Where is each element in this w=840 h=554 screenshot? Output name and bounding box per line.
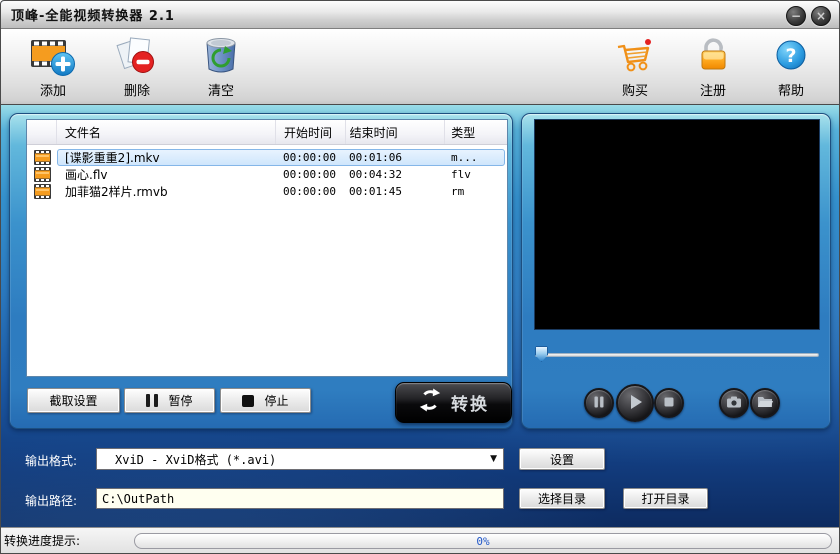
progress-bar: 0% [134,533,832,549]
shopping-cart-icon [612,34,658,78]
recycle-bin-icon [198,34,244,78]
toolbar-left-group: 添加 删除 清空 [27,34,247,99]
file-start: 00:00:00 [283,168,336,181]
header-icon-column [27,120,57,144]
add-label: 添加 [39,84,66,99]
svg-text:?: ? [785,45,796,67]
player-stop-button[interactable] [654,388,684,418]
file-type: rm [451,185,465,198]
clear-label: 清空 [207,84,234,99]
delete-pages-icon [114,34,160,78]
seek-thumb[interactable] [535,346,548,362]
stop-icon [662,395,676,412]
film-clip-icon [27,150,57,165]
file-end: 00:04:32 [349,168,402,181]
output-path-label: 输出路径: [25,494,78,508]
question-icon: ? [768,34,814,78]
table-row[interactable]: 加菲猫2样片.rmvb 00:00:00 00:01:45 rm [27,183,507,200]
film-add-icon [30,34,76,78]
output-format-label: 输出格式: [25,454,78,468]
output-format-value: XviD - XviD格式 (*.avi) [115,452,277,467]
output-format-select[interactable]: XviD - XviD格式 (*.avi) ▼ [96,448,504,470]
table-row[interactable]: 画心.flv 00:00:00 00:04:32 flv [27,166,507,183]
add-button[interactable]: 添加 [27,34,79,99]
player-play-button[interactable] [616,384,654,422]
film-clip-icon [27,167,57,182]
file-name: 画心.flv [65,168,108,182]
choose-directory-button[interactable]: 选择目录 [519,488,605,509]
play-icon [626,393,644,414]
file-start: 00:00:00 [283,151,336,164]
header-start-time[interactable]: 开始时间 [276,120,346,144]
header-filename[interactable]: 文件名 [57,120,276,144]
format-settings-button[interactable]: 设置 [519,448,605,470]
preview-panel [521,113,831,429]
status-bar: 转换进度提示: 0% [1,527,839,553]
video-preview [534,119,820,330]
content-area: 文件名 开始时间 结束时间 类型 [谍影重重2].mkv 00:00:00 00… [1,105,839,527]
file-type: m... [451,151,478,164]
capture-settings-button[interactable]: 截取设置 [27,388,120,413]
progress-hint-label: 转换进度提示: [4,534,81,548]
convert-button[interactable]: 转换 [395,382,512,423]
clear-button[interactable]: 清空 [195,34,247,99]
table-row[interactable]: [谍影重重2].mkv 00:00:00 00:01:06 m... [27,149,507,166]
stop-icon [242,394,255,407]
pause-icon [146,394,159,407]
toolbar-right-group: 购买 注册 ? 帮助 [609,34,817,99]
chevron-down-icon: ▼ [490,454,497,464]
register-button[interactable]: 注册 [687,34,739,99]
convert-refresh-icon [418,388,442,417]
file-name: [谍影重重2].mkv [65,151,160,165]
header-type[interactable]: 类型 [445,120,507,144]
titlebar: 顶峰-全能视频转换器 2.1 − × [1,1,839,29]
close-icon: × [815,9,827,23]
register-label: 注册 [699,84,726,99]
pause-icon [592,395,606,412]
file-end: 00:01:45 [349,185,402,198]
file-name: 加菲猫2样片.rmvb [65,185,168,199]
progress-percent-text: 0% [476,535,490,548]
toolbar: 添加 删除 清空 购买 注册 ? 帮助 [1,29,839,105]
padlock-icon [690,34,736,78]
file-list-header: 文件名 开始时间 结束时间 类型 [27,120,507,145]
output-path-input[interactable] [96,488,504,509]
file-list-panel: 文件名 开始时间 结束时间 类型 [谍影重重2].mkv 00:00:00 00… [9,113,513,429]
window-controls: − × [786,6,831,26]
delete-button[interactable]: 删除 [111,34,163,99]
file-start: 00:00:00 [283,185,336,198]
file-type: flv [451,168,471,181]
open-folder-icon [757,395,773,411]
header-end-time[interactable]: 结束时间 [346,120,446,144]
player-pause-button[interactable] [584,388,614,418]
minimize-icon: − [790,9,802,23]
open-file-button[interactable] [750,388,780,418]
stop-convert-button[interactable]: 停止 [220,388,311,413]
close-button[interactable]: × [811,6,831,26]
help-button[interactable]: ? 帮助 [765,34,817,99]
window-title: 顶峰-全能视频转换器 2.1 [11,9,175,24]
snapshot-camera-icon [726,395,742,412]
app-window: 顶峰-全能视频转换器 2.1 − × 添加 删除 清空 购买 注册 ? 帮助 文… [0,0,840,554]
delete-label: 删除 [123,84,150,99]
buy-button[interactable]: 购买 [609,34,661,99]
seek-bar[interactable] [535,346,819,362]
file-list[interactable]: 文件名 开始时间 结束时间 类型 [谍影重重2].mkv 00:00:00 00… [26,119,508,377]
file-end: 00:01:06 [349,151,402,164]
snapshot-button[interactable] [719,388,749,418]
pause-convert-button[interactable]: 暂停 [124,388,215,413]
minimize-button[interactable]: − [786,6,806,26]
film-clip-icon [27,184,57,199]
open-directory-button[interactable]: 打开目录 [623,488,708,509]
help-label: 帮助 [777,84,804,99]
seek-track[interactable] [535,353,819,357]
buy-label: 购买 [621,84,648,99]
